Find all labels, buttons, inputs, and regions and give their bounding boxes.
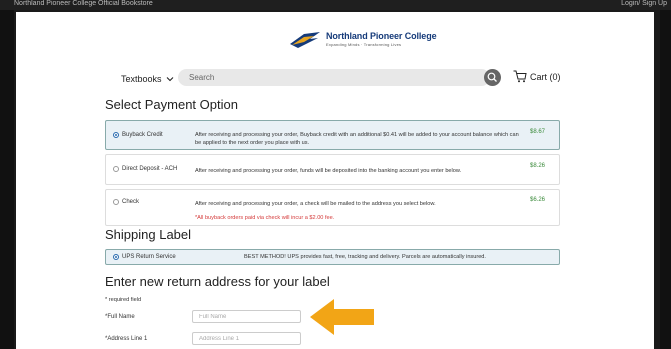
search-input[interactable] [189, 72, 459, 83]
option-label: Direct Deposit - ACH [122, 166, 178, 172]
college-logo[interactable]: Northland Pioneer College Expanding Mind… [288, 28, 437, 52]
textbooks-menu[interactable]: Textbooks [121, 74, 174, 84]
check-radio[interactable] [113, 199, 119, 205]
chevron-down-icon [166, 77, 173, 82]
search-bar [178, 69, 490, 86]
textbooks-label: Textbooks [121, 74, 162, 84]
buyback-radio[interactable] [113, 132, 119, 138]
shipping-option-ups[interactable]: UPS Return Service BEST METHOD! UPS prov… [105, 249, 560, 265]
page-content: Northland Pioneer College Expanding Mind… [16, 12, 654, 349]
cart-icon [513, 70, 527, 83]
option-label: Buyback Credit [122, 132, 163, 138]
payment-option-check[interactable]: Check After receiving and processing you… [105, 189, 560, 226]
full-name-label: *Full Name [105, 314, 135, 320]
payment-option-buyback[interactable]: Buyback Credit After receiving and proce… [105, 120, 560, 150]
college-tagline: Expanding Minds · Transforming Lives [326, 42, 402, 47]
bird-logo-icon [290, 32, 320, 48]
option-description: After receiving and processing your orde… [195, 168, 462, 174]
required-field-note: * required field [105, 297, 142, 303]
option-description: After receiving and processing your orde… [195, 132, 519, 146]
payment-option-ach[interactable]: Direct Deposit - ACH After receiving and… [105, 154, 560, 185]
option-amount: $6.26 [530, 197, 546, 203]
cart-label: Cart (0) [530, 71, 561, 82]
ach-radio[interactable] [113, 166, 119, 172]
college-name: Northland Pioneer College [326, 31, 437, 41]
address-heading: Enter new return address for your label [105, 274, 330, 289]
full-name-input[interactable] [192, 310, 301, 323]
check-fee-note: *All buyback orders paid via check will … [195, 215, 335, 221]
address-line1-input[interactable] [192, 332, 301, 345]
ups-radio[interactable] [113, 254, 119, 260]
option-amount: $8.26 [530, 163, 546, 169]
store-topbar: Northland Pioneer College Official Books… [0, 0, 671, 10]
payment-heading: Select Payment Option [105, 97, 238, 112]
address-line1-label: *Address Line 1 [105, 336, 148, 342]
option-amount: $8.67 [530, 129, 546, 135]
search-button[interactable] [484, 69, 501, 86]
store-title: Northland Pioneer College Official Books… [14, 0, 153, 7]
cart-button[interactable]: Cart (0) [513, 70, 561, 83]
option-label: Check [122, 199, 140, 205]
search-icon [487, 72, 497, 82]
arrow-left-icon [310, 299, 374, 335]
login-signup-link[interactable]: Login/ Sign Up [621, 0, 667, 7]
shipping-heading: Shipping Label [105, 227, 192, 242]
option-description: After receiving and processing your orde… [195, 201, 436, 207]
option-description: BEST METHOD! UPS provides fast, free, tr… [244, 254, 486, 260]
option-label: UPS Return Service [122, 254, 176, 260]
